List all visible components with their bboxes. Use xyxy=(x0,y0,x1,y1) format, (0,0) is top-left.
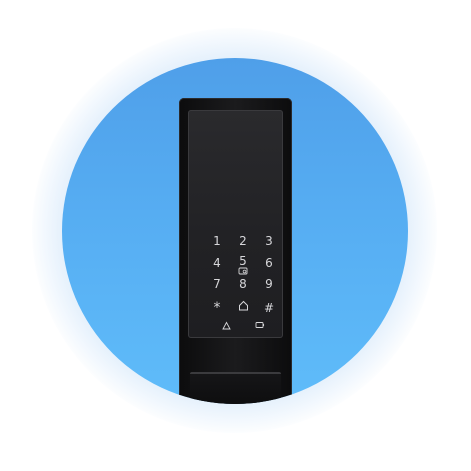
door-handle xyxy=(190,372,281,404)
home-icon[interactable] xyxy=(233,300,253,314)
handle-edge xyxy=(190,372,281,374)
card-icon[interactable] xyxy=(250,321,270,335)
keypad-key-star[interactable]: * xyxy=(207,301,227,315)
door-lock-body: 1 2 3 4 5 6 7 8 9 * # xyxy=(179,98,292,404)
keypad-key-1[interactable]: 1 xyxy=(207,234,227,248)
keypad-key-3[interactable]: 3 xyxy=(259,234,279,248)
lock-icon[interactable] xyxy=(216,321,236,335)
keypad-key-8[interactable]: 8 xyxy=(233,277,253,291)
product-showcase: 1 2 3 4 5 6 7 8 9 * # xyxy=(0,0,471,471)
keypad-key-5[interactable]: 5 xyxy=(233,254,253,268)
keypad-key-hash[interactable]: # xyxy=(259,301,279,315)
keypad-key-6[interactable]: 6 xyxy=(259,256,279,270)
keypad-key-7[interactable]: 7 xyxy=(207,277,227,291)
touch-keypad-panel: 1 2 3 4 5 6 7 8 9 * # xyxy=(188,110,283,338)
keypad-key-4[interactable]: 4 xyxy=(207,256,227,270)
blue-circle-backdrop: 1 2 3 4 5 6 7 8 9 * # xyxy=(62,58,408,404)
keypad-key-9[interactable]: 9 xyxy=(259,277,279,291)
fingerprint-sensor-icon xyxy=(233,267,253,277)
keypad-key-2[interactable]: 2 xyxy=(233,234,253,248)
